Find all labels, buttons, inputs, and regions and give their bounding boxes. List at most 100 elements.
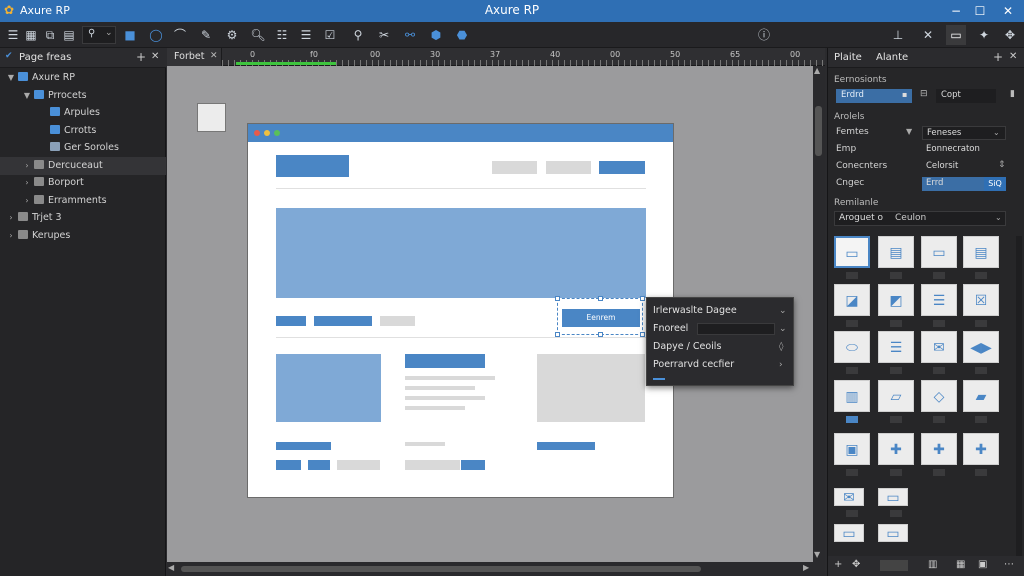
library-widget-3-2[interactable]: ◇: [921, 380, 957, 412]
library-widget-2-3[interactable]: ◀▶: [963, 331, 999, 363]
cut-icon[interactable]: ✂: [374, 25, 394, 45]
wf-hero-image[interactable]: [276, 208, 646, 298]
footer-move-icon[interactable]: ✥: [852, 559, 860, 570]
pen-icon[interactable]: ✎: [196, 25, 216, 45]
tree-item[interactable]: › Erramments: [0, 192, 166, 210]
tab-close-icon[interactable]: ✕: [210, 51, 218, 61]
info-icon[interactable]: ⓘ: [754, 25, 774, 45]
minimize-icon[interactable]: −: [944, 2, 968, 20]
library-widget-0-0[interactable]: ▭: [834, 236, 870, 268]
component-icon[interactable]: ⬢: [426, 25, 446, 45]
footer-grid-icon[interactable]: ▦: [956, 559, 965, 570]
footer-options-icon[interactable]: ▣: [978, 559, 987, 570]
table-icon[interactable]: ▤: [59, 25, 79, 45]
library-widget-2-1[interactable]: ☰: [878, 331, 914, 363]
library-widget-1-3[interactable]: ☒: [963, 284, 999, 316]
grid-icon[interactable]: ▦: [21, 25, 41, 45]
wf-btn-3[interactable]: [337, 460, 380, 470]
library-widget-6-0[interactable]: ▭: [834, 524, 864, 542]
field-copt[interactable]: Copt: [936, 89, 996, 103]
checkbox-icon[interactable]: ☑: [320, 25, 340, 45]
tab-plaite[interactable]: Plaite: [834, 52, 862, 63]
link-icon[interactable]: ⚯: [400, 25, 420, 45]
side-scroll-icon[interactable]: ▮: [1010, 89, 1015, 99]
tree-item[interactable]: Crrotts: [0, 122, 166, 140]
library-widget-4-2[interactable]: ✚: [921, 433, 957, 465]
wf-nav-cta[interactable]: [599, 161, 645, 174]
dropdown-arrow-icon[interactable]: ▼: [906, 127, 912, 136]
resize-handle-tm[interactable]: [598, 296, 603, 301]
wf-card-image[interactable]: [276, 354, 381, 422]
library-widget-3-1[interactable]: ▱: [878, 380, 914, 412]
wf-pill-1[interactable]: [276, 316, 306, 326]
collapse-icon[interactable]: ✔: [5, 51, 13, 61]
wf-btn-4[interactable]: [405, 460, 460, 470]
wf-btn-5[interactable]: [461, 460, 485, 470]
add-page-icon[interactable]: +: [136, 50, 146, 64]
footer-pages-icon[interactable]: ▥: [928, 559, 937, 570]
tree-item[interactable]: › Kerupes: [0, 227, 166, 245]
library-widget-2-2[interactable]: ✉: [921, 331, 957, 363]
extend-icon[interactable]: ✥: [1000, 25, 1020, 45]
distribute-icon[interactable]: ☰: [296, 25, 316, 45]
scroll-down-icon[interactable]: ▼: [814, 550, 820, 559]
library-widget-0-2[interactable]: ▭: [921, 236, 957, 268]
wf-selected-button[interactable]: Eenrem: [562, 309, 640, 327]
scroll-right-icon[interactable]: ▶: [803, 563, 809, 572]
footer-layer-icon[interactable]: [880, 560, 908, 571]
collapsed-arrow-icon[interactable]: ›: [22, 157, 32, 175]
add-icon[interactable]: +: [993, 50, 1003, 64]
collapsed-arrow-icon[interactable]: ›: [6, 227, 16, 245]
wf-nav-2[interactable]: [546, 161, 591, 174]
tree-item[interactable]: ▼ Axure RP: [0, 69, 166, 87]
panel-toggle-icon[interactable]: ▭: [946, 25, 966, 45]
wf-selection-box[interactable]: Eenrem: [555, 296, 645, 337]
property-value-field[interactable]: Eonnecraton: [922, 143, 1006, 157]
pin-icon[interactable]: ⊟: [920, 89, 928, 99]
zoom-icon[interactable]: 🔍︎: [248, 25, 268, 45]
tree-item[interactable]: › Trjet 3: [0, 209, 166, 227]
context-menu-item[interactable]: Poerrarvd cecfier ›: [653, 356, 789, 374]
close-inspector-icon[interactable]: ✕: [1009, 51, 1017, 62]
sparkle-icon[interactable]: ✦: [974, 25, 994, 45]
property-badge[interactable]: SiQ: [984, 177, 1006, 191]
context-menu-item[interactable]: Dapye / Ceoils ◊: [653, 338, 789, 356]
context-menu-item[interactable]: Irlerwaslte Dagee ⌄: [653, 302, 789, 320]
settings-icon[interactable]: ⚙: [222, 25, 242, 45]
library-widget-0-3[interactable]: ▤: [963, 236, 999, 268]
collapsed-arrow-icon[interactable]: ›: [22, 174, 32, 192]
tab-alante[interactable]: Alante: [876, 52, 908, 63]
tree-item[interactable]: Arpules: [0, 104, 166, 122]
library-scrollbar[interactable]: [1016, 236, 1022, 560]
library-widget-4-0[interactable]: ▣: [834, 433, 870, 465]
footer-more-icon[interactable]: ⋯: [1004, 559, 1014, 570]
vertical-scroll-thumb[interactable]: [815, 106, 822, 156]
wf-btn-2[interactable]: [308, 460, 330, 470]
library-widget-2-0[interactable]: ⬭: [834, 331, 870, 363]
scroll-up-icon[interactable]: ▲: [814, 66, 820, 75]
align-icon[interactable]: ☷: [272, 25, 292, 45]
context-menu-select[interactable]: [697, 323, 775, 335]
menu-icon[interactable]: ☰: [3, 25, 23, 45]
property-value-field[interactable]: Celorsit: [922, 160, 1006, 174]
wf-nav-1[interactable]: [492, 161, 537, 174]
property-value-field[interactable]: Errd SiQ: [922, 177, 1006, 191]
horizontal-scroll-thumb[interactable]: [181, 566, 701, 572]
library-widget-0-1[interactable]: ▤: [878, 236, 914, 268]
vertical-scrollbar[interactable]: ▲ ▼: [813, 66, 825, 562]
collapsed-arrow-icon[interactable]: ›: [22, 192, 32, 210]
select-tool-icon[interactable]: ■: [120, 25, 140, 45]
copy-icon[interactable]: ⧉: [40, 25, 60, 45]
library-widget-5-0[interactable]: ✉: [834, 488, 864, 506]
library-widget-1-2[interactable]: ☰: [921, 284, 957, 316]
share-icon[interactable]: ✕: [918, 25, 938, 45]
tab-forbet[interactable]: Forbet ✕: [167, 48, 222, 66]
library-widget-6-1[interactable]: ▭: [878, 524, 908, 542]
horizontal-scrollbar[interactable]: ◀ ▶: [167, 562, 825, 576]
preview-icon[interactable]: ⊥: [888, 25, 908, 45]
footer-add-icon[interactable]: +: [834, 559, 842, 570]
library-widget-4-3[interactable]: ✚: [963, 433, 999, 465]
library-widget-3-3[interactable]: ▰: [963, 380, 999, 412]
field-erdrd[interactable]: Erdrd ▪: [836, 89, 912, 103]
maximize-icon[interactable]: ☐: [968, 2, 992, 20]
